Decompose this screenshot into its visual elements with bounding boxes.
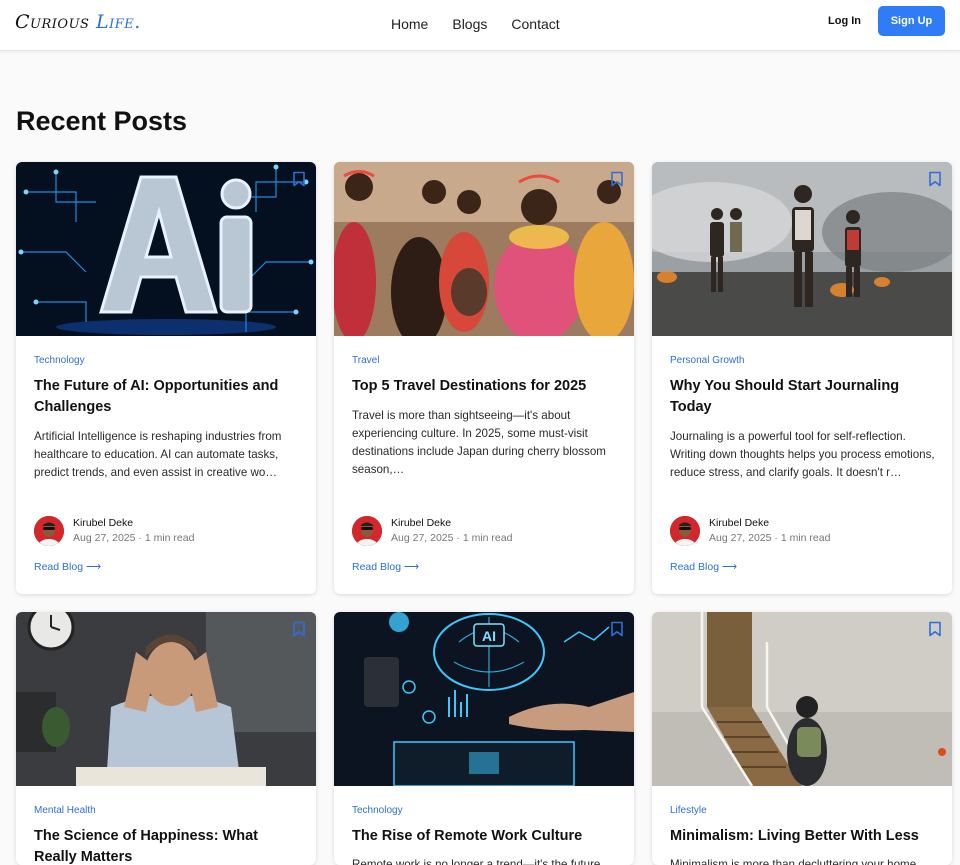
post-image[interactable] — [652, 162, 952, 336]
bookmark-icon[interactable] — [610, 621, 624, 637]
page-title: Recent Posts — [16, 106, 188, 136]
read-blog-link[interactable]: Read Blog ⟶ — [670, 561, 737, 573]
post-meta: Aug 27, 2025 · 1 min read — [73, 532, 195, 544]
post-excerpt: Travel is more than sightseeing—it's abo… — [352, 409, 606, 476]
post-author: Kirubel Deke Aug 27, 2025 · 1 min read — [352, 516, 612, 546]
post-image[interactable] — [334, 162, 634, 336]
post-author: Kirubel Deke Aug 27, 2025 · 1 min read — [670, 516, 930, 546]
post-category[interactable]: Technology — [352, 805, 403, 816]
author-name: Kirubel Deke — [391, 517, 452, 529]
post-category[interactable]: Lifestyle — [670, 805, 707, 816]
post-read-time: 1 min read — [462, 532, 513, 544]
svg-text:AI: AI — [482, 628, 496, 644]
post-author: Kirubel Deke Aug 27, 2025 · 1 min read — [34, 516, 294, 546]
nav-blogs-link[interactable]: Blogs — [452, 16, 487, 32]
post-excerpt: Minimalism is more than decluttering you… — [670, 858, 917, 865]
author-name: Kirubel Deke — [73, 517, 134, 529]
post-card[interactable]: Mental Health The Science of Happiness: … — [16, 612, 316, 865]
post-image[interactable] — [16, 162, 316, 336]
post-card[interactable]: Travel Top 5 Travel Destinations for 202… — [334, 162, 634, 594]
login-button[interactable]: Log In — [828, 15, 861, 27]
avatar — [34, 516, 64, 546]
bookmark-icon[interactable] — [610, 171, 624, 187]
post-image[interactable]: AI — [334, 612, 634, 786]
post-title[interactable]: Why You Should Start Journaling Today — [670, 376, 934, 418]
tribal-women-image — [334, 162, 634, 336]
post-excerpt: Remote work is no longer a trend—it's th… — [352, 858, 601, 865]
post-title[interactable]: The Science of Happiness: What Really Ma… — [34, 826, 298, 865]
nav-contact-link[interactable]: Contact — [511, 16, 559, 32]
post-excerpt: Artificial Intelligence is reshaping ind… — [34, 430, 282, 479]
main-nav: Home Blogs Contact — [391, 16, 584, 32]
post-card[interactable]: Technology The Future of AI: Opportuniti… — [16, 162, 316, 594]
smoky-field-image — [652, 162, 952, 336]
post-title[interactable]: Top 5 Travel Destinations for 2025 — [352, 376, 616, 397]
post-card[interactable]: Personal Growth Why You Should Start Jou… — [652, 162, 952, 594]
post-read-time: 1 min read — [144, 532, 195, 544]
post-card[interactable]: AI Technology The Rise of Remote Work Cu… — [334, 612, 634, 865]
bookmark-icon[interactable] — [928, 621, 942, 637]
post-meta: Aug 27, 2025 · 1 min read — [391, 532, 513, 544]
post-excerpt: Journaling is a powerful tool for self-r… — [670, 430, 935, 479]
avatar — [352, 516, 382, 546]
logo-accent-text: Life. — [95, 11, 141, 33]
ai-circuit-image — [16, 162, 316, 336]
post-category[interactable]: Technology — [34, 355, 85, 366]
bookmark-icon[interactable] — [292, 171, 306, 187]
post-card[interactable]: Lifestyle Minimalism: Living Better With… — [652, 612, 952, 865]
signup-button[interactable]: Sign Up — [878, 6, 945, 36]
author-name: Kirubel Deke — [709, 517, 770, 529]
post-title[interactable]: The Future of AI: Opportunities and Chal… — [34, 376, 298, 418]
post-date: Aug 27, 2025 — [391, 532, 454, 544]
nav-home-link[interactable]: Home — [391, 16, 428, 32]
post-category[interactable]: Personal Growth — [670, 355, 744, 366]
post-title[interactable]: The Rise of Remote Work Culture — [352, 826, 616, 847]
post-date: Aug 27, 2025 — [73, 532, 136, 544]
post-image[interactable] — [16, 612, 316, 786]
bookmark-icon[interactable] — [928, 171, 942, 187]
post-category[interactable]: Mental Health — [34, 805, 96, 816]
site-logo[interactable]: Curious Life. — [15, 11, 141, 33]
read-blog-link[interactable]: Read Blog ⟶ — [34, 561, 101, 573]
post-category[interactable]: Travel — [352, 355, 379, 366]
logo-main-text: Curious — [15, 11, 90, 33]
post-read-time: 1 min read — [780, 532, 831, 544]
post-image[interactable] — [652, 612, 952, 786]
post-title[interactable]: Minimalism: Living Better With Less — [670, 826, 934, 847]
avatar — [670, 516, 700, 546]
post-meta: Aug 27, 2025 · 1 min read — [709, 532, 831, 544]
post-date: Aug 27, 2025 — [709, 532, 772, 544]
airplane-stairs-image — [652, 612, 952, 786]
read-blog-link[interactable]: Read Blog ⟶ — [352, 561, 419, 573]
stressed-man-image — [16, 612, 316, 786]
site-header: Curious Life. Home Blogs Contact Log In … — [0, 0, 960, 51]
bookmark-icon[interactable] — [292, 621, 306, 637]
ai-brain-hand-image: AI — [334, 612, 634, 786]
